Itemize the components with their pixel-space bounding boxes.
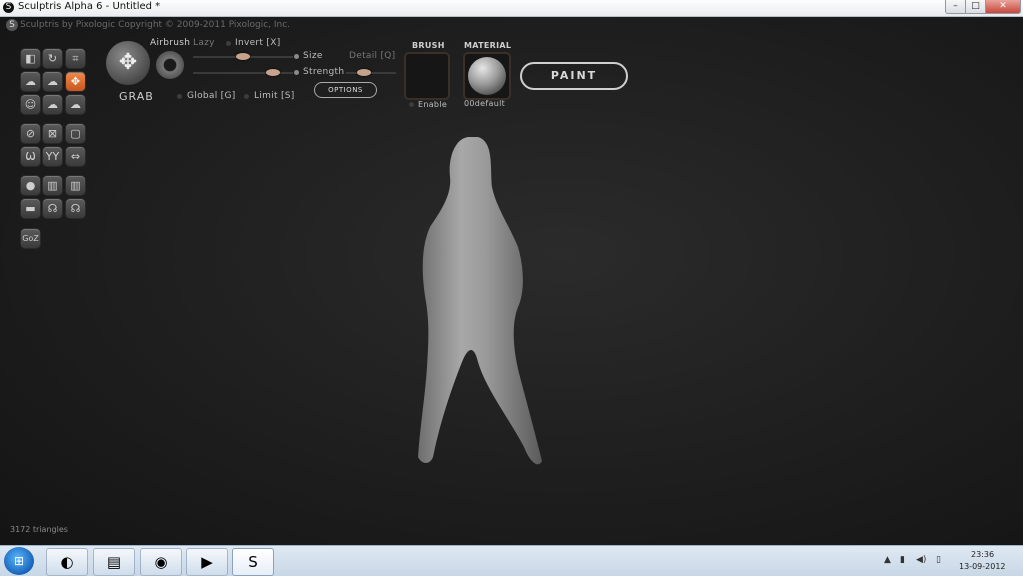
network-icon[interactable]: ▮ bbox=[900, 555, 905, 565]
volume-icon[interactable]: ◀) bbox=[916, 555, 926, 565]
rotate-icon[interactable]: ↻ bbox=[42, 48, 63, 69]
subdivide-icon[interactable]: ▥ bbox=[65, 175, 86, 196]
window-title: Sculptris Alpha 6 - Untitled * bbox=[18, 1, 161, 12]
taskbar-chrome-icon[interactable]: ◉ bbox=[140, 548, 182, 576]
crop-icon[interactable]: ⌗ bbox=[65, 48, 86, 69]
goz-button[interactable]: GoZ bbox=[20, 228, 41, 249]
invert-icon[interactable]: ☊ bbox=[42, 198, 63, 219]
battery-icon[interactable]: ▯ bbox=[936, 555, 941, 565]
symmetry-icon[interactable]: Ѡ bbox=[20, 146, 41, 167]
start-button[interactable]: ⊞ bbox=[4, 547, 34, 575]
taskbar-sculptris-icon[interactable]: S bbox=[232, 548, 274, 576]
sculptris-app-icon: S bbox=[3, 2, 14, 13]
model-body[interactable] bbox=[418, 137, 542, 465]
minimize-button[interactable]: – bbox=[945, 0, 966, 14]
taskbar-chrome-canary-icon[interactable]: ◐ bbox=[46, 548, 88, 576]
maximize-button[interactable]: □ bbox=[965, 0, 986, 14]
plane-icon[interactable]: ▥ bbox=[42, 175, 63, 196]
mask-icon[interactable]: ⊠ bbox=[42, 123, 63, 144]
sphere-icon[interactable]: ● bbox=[20, 175, 41, 196]
sculpted-model[interactable] bbox=[0, 17, 1023, 545]
sculptris-viewport[interactable]: S Sculptris by Pixologic Copyright © 200… bbox=[0, 17, 1023, 545]
grab-icon[interactable]: ✥ bbox=[65, 71, 86, 92]
axis-icon[interactable]: ⇔ bbox=[65, 146, 86, 167]
reduce-all-icon[interactable]: ▬ bbox=[20, 198, 41, 219]
tray-show-hidden-icon[interactable]: ▲ bbox=[884, 555, 891, 565]
crease-icon[interactable]: ☁ bbox=[42, 71, 63, 92]
taskbar-media-player-icon[interactable]: ▶ bbox=[186, 548, 228, 576]
clock-time[interactable]: 23:36 bbox=[971, 550, 994, 559]
window-titlebar: S Sculptris Alpha 6 - Untitled * – □ ✕ bbox=[0, 0, 1023, 17]
pinch-icon[interactable]: ☁ bbox=[65, 94, 86, 115]
reduce-icon[interactable]: ⊘ bbox=[20, 123, 41, 144]
windows-taskbar: ⊞ ▲ ▮ ◀) ▯ 23:36 13-09-2012 ◐ ▤ ◉ ▶ S bbox=[0, 545, 1023, 576]
triangle-count: 3172 triangles bbox=[10, 525, 68, 534]
taskbar-file-explorer-icon[interactable]: ▤ bbox=[93, 548, 135, 576]
inflate-icon[interactable]: ☁ bbox=[20, 71, 41, 92]
scale-icon[interactable]: ▢ bbox=[65, 123, 86, 144]
mirror-icon[interactable]: YY bbox=[42, 146, 63, 167]
smooth-icon[interactable]: ☺ bbox=[20, 94, 41, 115]
flatten-icon[interactable]: ☁ bbox=[42, 94, 63, 115]
clock-date[interactable]: 13-09-2012 bbox=[959, 562, 1006, 571]
box-icon[interactable]: ☊ bbox=[65, 198, 86, 219]
draw-icon[interactable]: ◧ bbox=[20, 48, 41, 69]
close-button[interactable]: ✕ bbox=[985, 0, 1021, 14]
